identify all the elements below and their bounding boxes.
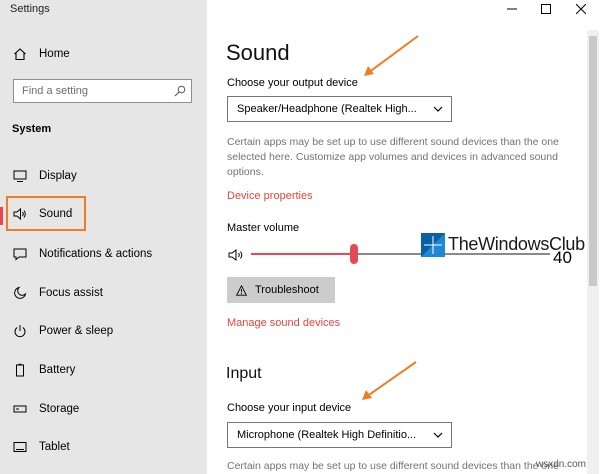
input-device-value: Microphone (Realtek High Definitio... (237, 429, 417, 441)
troubleshoot-button[interactable]: Troubleshoot (227, 277, 335, 303)
volume-icon[interactable] (228, 248, 244, 262)
page-title: Sound (226, 40, 290, 65)
sidebar-item-focus-assist[interactable]: Focus assist (0, 276, 207, 310)
sidebar-item-label: Tablet (39, 441, 70, 453)
home-icon (12, 46, 28, 62)
chevron-down-icon (433, 106, 443, 112)
input-description: Certain apps may be set up to use differ… (227, 460, 559, 472)
output-device-value: Speaker/Headphone (Realtek High... (237, 103, 417, 115)
watermark-site: wsxdn.com (536, 459, 587, 470)
section-label: System (12, 123, 52, 135)
sidebar-item-label: Focus assist (39, 287, 103, 299)
search-box[interactable] (13, 79, 192, 103)
settings-window: Settings Home System Display (0, 0, 600, 474)
search-input[interactable] (22, 83, 172, 99)
maximize-button[interactable] (530, 0, 562, 18)
volume-slider-fill (251, 253, 355, 255)
sidebar: Settings Home System Display (0, 0, 207, 474)
sidebar-item-storage[interactable]: Storage (0, 392, 207, 426)
output-device-label: Choose your output device (227, 77, 358, 89)
minimize-icon (507, 8, 517, 10)
sidebar-item-label: Battery (39, 364, 76, 376)
close-button[interactable] (565, 0, 597, 18)
master-volume-label: Master volume (227, 222, 300, 234)
power-icon (12, 323, 28, 339)
input-device-label: Choose your input device (227, 402, 352, 414)
battery-icon (12, 362, 28, 378)
sidebar-item-power-sleep[interactable]: Power & sleep (0, 314, 207, 348)
output-description: Certain apps may be set up to use differ… (227, 136, 559, 178)
output-device-dropdown[interactable]: Speaker/Headphone (Realtek High... (227, 96, 452, 122)
sidebar-item-label: Display (39, 170, 77, 182)
warning-icon (236, 284, 247, 296)
window-title: Settings (10, 3, 50, 15)
sidebar-item-label: Notifications & actions (39, 248, 153, 260)
input-section-title: Input (226, 365, 262, 382)
device-properties-link[interactable]: Device properties (227, 190, 313, 202)
moon-icon (12, 285, 28, 301)
chevron-down-icon (433, 432, 443, 438)
volume-slider-thumb[interactable] (350, 244, 358, 264)
sidebar-item-display[interactable]: Display (0, 159, 207, 193)
close-icon (576, 4, 586, 14)
watermark-text: TheWindowsClub (448, 234, 585, 254)
input-device-dropdown[interactable]: Microphone (Realtek High Definitio... (227, 422, 452, 448)
sidebar-item-notifications[interactable]: Notifications & actions (0, 237, 207, 271)
highlight-box (6, 196, 86, 231)
sidebar-item-label: Home (39, 48, 70, 60)
tablet-icon (12, 439, 28, 455)
display-icon (12, 168, 28, 184)
storage-icon (12, 401, 28, 417)
sidebar-item-label: Storage (39, 403, 80, 415)
scrollbar-thumb[interactable] (589, 36, 597, 286)
troubleshoot-label: Troubleshoot (255, 284, 319, 296)
sidebar-item-battery[interactable]: Battery (0, 353, 207, 387)
minimize-button[interactable] (496, 0, 528, 18)
notifications-icon (12, 246, 28, 262)
search-icon[interactable] (174, 85, 186, 97)
sidebar-item-label: Power & sleep (39, 325, 114, 337)
thewindowsclub-logo (421, 233, 445, 257)
manage-sound-devices-link[interactable]: Manage sound devices (227, 317, 340, 329)
sidebar-item-tablet[interactable]: Tablet (0, 430, 207, 464)
sidebar-item-home[interactable]: Home (0, 37, 207, 71)
maximize-icon (541, 4, 551, 14)
